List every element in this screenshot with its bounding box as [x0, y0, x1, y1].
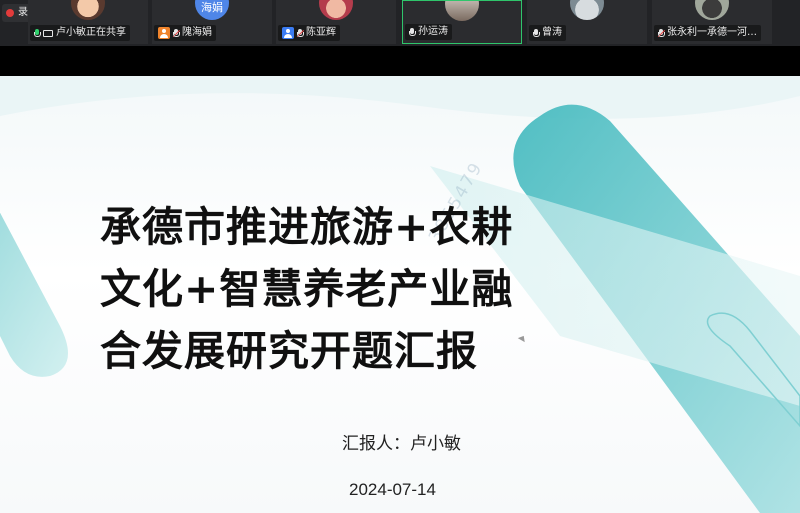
participant-tile[interactable]: 卢小敏正在共享 — [28, 0, 148, 44]
screen-share-top-bar — [0, 46, 800, 76]
slide-reporter: 汇报人：卢小敏 — [342, 434, 461, 454]
participant-name: 张永利一承德一河… — [667, 27, 757, 38]
participant-name: 曾涛 — [542, 27, 562, 38]
slide-title-line: 合发展研究开题汇报 — [100, 327, 478, 375]
mic-muted-icon — [296, 28, 305, 38]
mic-icon — [533, 28, 540, 38]
mic-muted-icon — [657, 28, 666, 38]
slide-title-line: 承德市推进旅游+农耕 — [100, 203, 514, 251]
recording-dot-icon — [6, 9, 14, 17]
participant-name: 隗海娟 — [182, 27, 212, 38]
avatar — [71, 0, 105, 20]
participant-tile[interactable]: 张永利一承德一河… — [652, 0, 772, 44]
avatar — [445, 1, 479, 21]
participant-tile[interactable]: 曾涛 — [527, 0, 647, 44]
participant-name: 孙运涛 — [418, 26, 448, 37]
participant-tile[interactable]: 陈亚辉 — [276, 0, 396, 44]
avatar — [570, 0, 604, 20]
mic-icon — [409, 27, 416, 37]
user-icon — [158, 27, 170, 39]
mic-on-icon — [34, 28, 41, 38]
participant-tile-speaking[interactable]: 孙运涛 — [402, 0, 522, 44]
slide-date: 2024-07-14 — [349, 480, 436, 499]
avatar — [695, 0, 729, 20]
avatar: 海娟 — [195, 0, 229, 20]
slide-title: 承德市推进旅游+农耕 文化+智慧养老产业融 合发展研究开题汇报 — [100, 196, 570, 382]
participant-tile[interactable]: 海娟 隗海娟 — [152, 0, 272, 44]
mic-muted-icon — [172, 28, 181, 38]
slide-title-line: 文化+智慧养老产业融 — [100, 265, 514, 313]
screen-share-icon — [43, 29, 53, 37]
avatar — [319, 0, 353, 20]
participant-name: 卢小敏正在共享 — [56, 27, 126, 38]
user-icon — [282, 27, 294, 39]
shared-slide: 3855479 承德市推进旅游+农耕 文化+智慧养老产业融 合发展研究开题汇报 … — [0, 76, 800, 513]
participant-strip: 录制中 卢小敏正在共享 海娟 隗海娟 陈亚辉 孙运涛 — [0, 0, 800, 46]
participant-name: 陈亚辉 — [306, 27, 336, 38]
